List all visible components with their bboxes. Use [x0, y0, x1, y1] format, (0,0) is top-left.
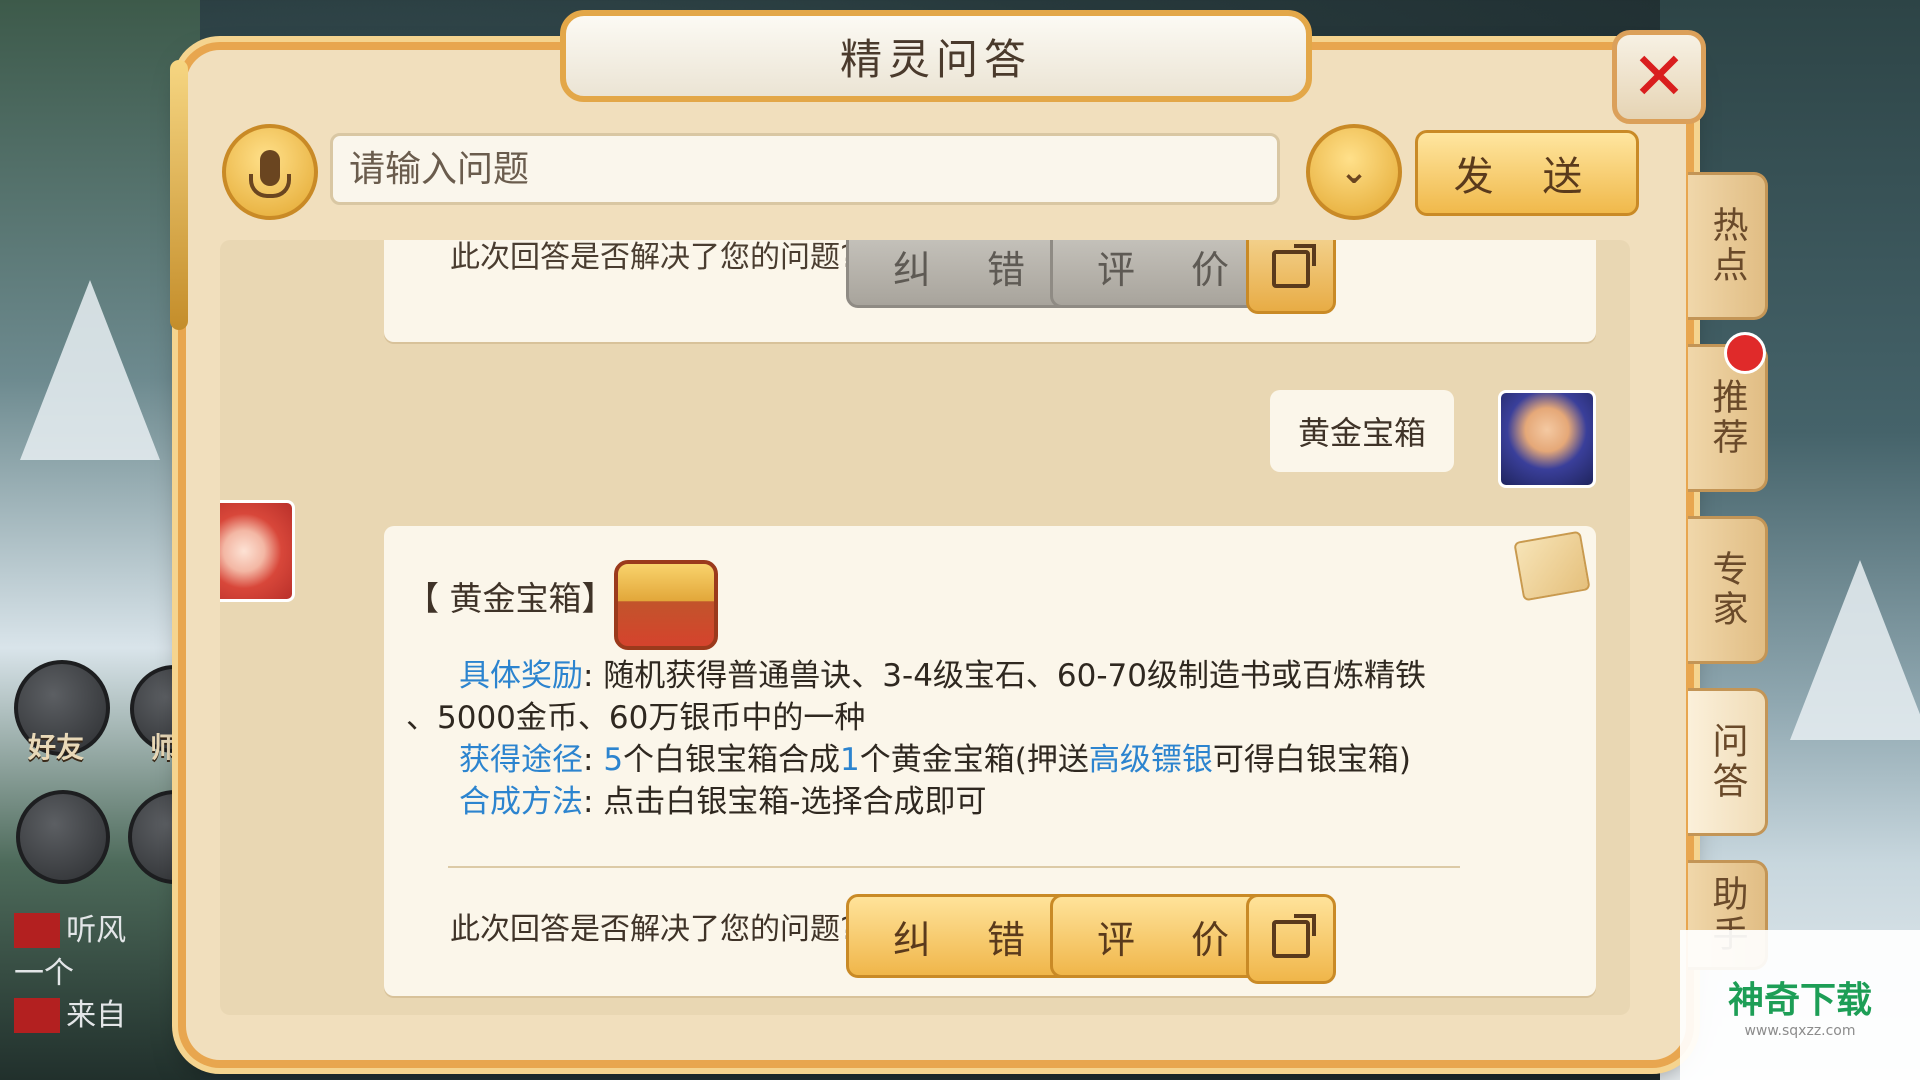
divider — [448, 866, 1460, 868]
microphone-button[interactable] — [222, 124, 318, 220]
friends-label: 好友 — [28, 731, 85, 764]
share-icon — [1272, 244, 1316, 288]
tassel-ornament — [170, 60, 188, 330]
answer-line-reward-cont: 、5000金币、60万银币中的一种 — [406, 700, 866, 736]
notification-dot — [1724, 332, 1766, 374]
book-icon[interactable] — [1513, 530, 1591, 602]
dropdown-button[interactable]: ⌄ — [1306, 124, 1402, 220]
rate-button[interactable]: 评 价 — [1050, 894, 1276, 978]
user-avatar[interactable] — [1498, 390, 1596, 488]
snow-tree — [20, 280, 160, 460]
previous-share-button[interactable] — [1246, 240, 1336, 314]
master-label: 师 — [150, 731, 179, 764]
previous-correct-button[interactable]: 纠 错 — [846, 240, 1072, 308]
close-icon: ✕ — [1631, 38, 1687, 115]
previous-feedback-question: 此次回答是否解决了您的问题? — [450, 240, 856, 275]
watermark: 神奇下载 www.sqxzz.com — [1680, 930, 1920, 1080]
golden-chest-icon — [614, 560, 718, 650]
user-message-bubble: 黄金宝箱 — [1270, 390, 1454, 472]
chevron-down-icon: ⌄ — [1339, 152, 1369, 192]
chat-line: 听风 — [14, 905, 126, 949]
snow-tree — [1790, 560, 1920, 740]
send-button[interactable]: 发 送 — [1415, 130, 1639, 216]
question-input[interactable] — [330, 133, 1280, 205]
dialog-title: 精灵问答 — [839, 34, 1032, 84]
feedback-question: 此次回答是否解决了您的问题? — [450, 912, 856, 947]
chat-line: 一个 — [14, 956, 74, 991]
answer-title: 【 黄金宝箱】 — [406, 579, 615, 618]
spirit-avatar — [220, 500, 295, 602]
tab-hot[interactable]: 热点 — [1688, 172, 1768, 320]
correct-button[interactable]: 纠 错 — [846, 894, 1072, 978]
answer-line-method: 合成方法: 点击白银宝箱-选择合成即可 — [459, 784, 987, 820]
conversation-panel[interactable]: 此次回答是否解决了您的问题? 纠 错 评 价 黄金宝箱 【 黄金宝箱】 具体奖励… — [220, 240, 1630, 1015]
previous-answer-card: 此次回答是否解决了您的问题? 纠 错 评 价 — [384, 240, 1596, 342]
share-icon — [1272, 914, 1316, 958]
chat-line: 来自 — [14, 990, 126, 1034]
answer-line-reward: 具体奖励: 随机获得普通兽诀、3-4级宝石、60-70级制造书或百炼精铁 — [459, 658, 1427, 694]
tab-qa[interactable]: 问答 — [1688, 688, 1768, 836]
previous-rate-button[interactable]: 评 价 — [1050, 240, 1276, 308]
answer-line-source: 获得途径: 5个白银宝箱合成1个黄金宝箱(押送高级镖银可得白银宝箱) — [459, 742, 1411, 778]
share-button[interactable] — [1246, 894, 1336, 984]
title-plate: 精灵问答 — [560, 10, 1312, 102]
answer-card: 【 黄金宝箱】 具体奖励: 随机获得普通兽诀、3-4级宝石、60-70级制造书或… — [384, 526, 1596, 996]
chat-bubble-icon[interactable] — [16, 790, 110, 884]
close-button[interactable]: ✕ — [1612, 30, 1706, 124]
escort-link[interactable]: 高级镖银 — [1089, 742, 1213, 778]
tab-expert[interactable]: 专家 — [1688, 516, 1768, 664]
